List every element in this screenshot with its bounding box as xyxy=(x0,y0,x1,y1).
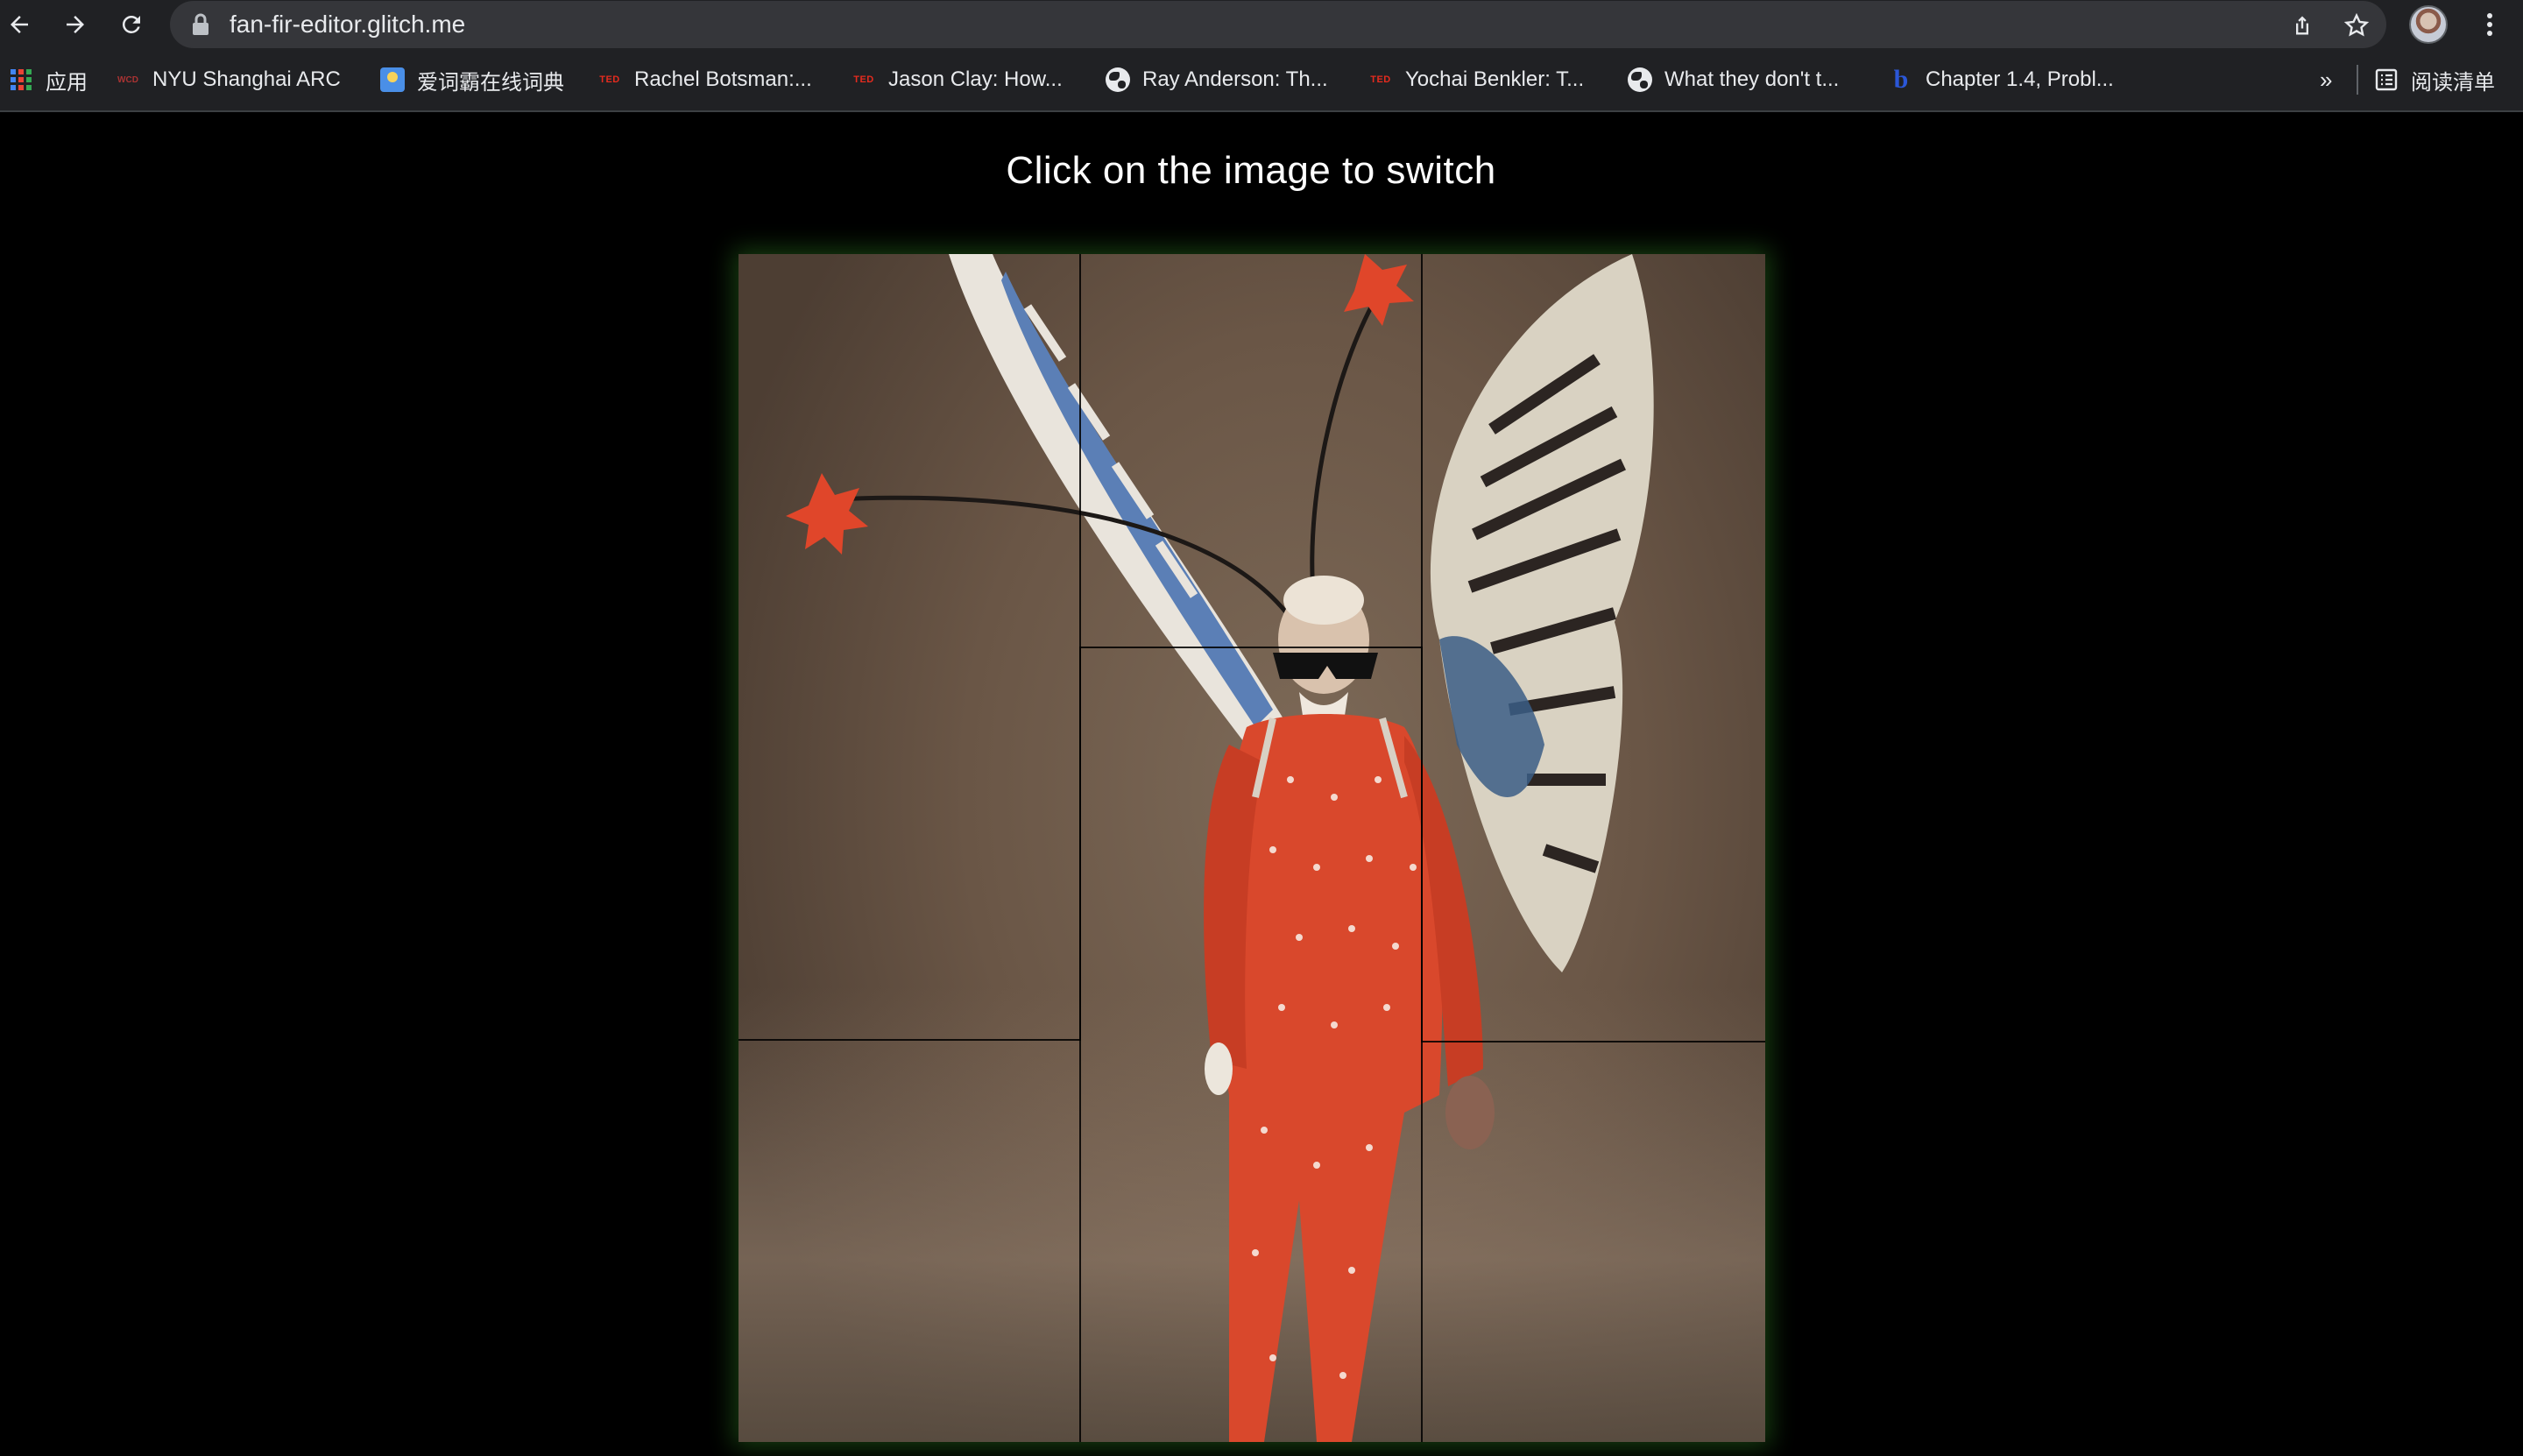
reload-icon xyxy=(122,15,140,33)
bookmark-item-anderson[interactable]: Ray Anderson: Th... xyxy=(1106,49,1328,110)
globe-icon xyxy=(1106,67,1130,92)
bookmark-label: Yochai Benkler: T... xyxy=(1405,67,1585,91)
bookmark-label: 爱词霸在线词典 xyxy=(417,70,564,95)
bookmark-label: NYU Shanghai ARC xyxy=(152,67,341,91)
bookmark-label: What they don't t... xyxy=(1664,67,1840,91)
bookmark-label: Jason Clay: How... xyxy=(888,67,1063,91)
browser-toolbar: fan-fir-editor.glitch.me xyxy=(0,0,2523,49)
bookmark-label: Ray Anderson: Th... xyxy=(1142,67,1328,91)
bookmark-label: Chapter 1.4, Probl... xyxy=(1926,67,2114,91)
image-tile[interactable] xyxy=(1421,254,1765,1043)
wcd-icon: WCD xyxy=(117,74,138,85)
switchable-image[interactable] xyxy=(739,254,1765,1442)
bookmark-item-benkler[interactable]: TED Yochai Benkler: T... xyxy=(1368,49,1584,110)
arrow-right-icon xyxy=(67,16,84,33)
bookmark-label: 应用 xyxy=(46,70,88,95)
kebab-menu-icon xyxy=(2487,13,2492,36)
bookmark-label: Rachel Botsman:... xyxy=(634,67,812,91)
bookmark-item-botsman[interactable]: TED Rachel Botsman:... xyxy=(597,49,812,110)
ted-icon: TED xyxy=(1370,74,1391,85)
reading-list-label: 阅读清单 xyxy=(2411,70,2495,95)
reload-button[interactable] xyxy=(112,5,151,44)
arrow-left-icon xyxy=(11,16,28,33)
image-tile[interactable] xyxy=(1079,647,1423,1442)
dictionary-icon xyxy=(380,67,405,92)
lock-icon xyxy=(191,13,210,40)
url-text[interactable]: fan-fir-editor.glitch.me xyxy=(230,1,465,48)
bookmark-item-clay[interactable]: TED Jason Clay: How... xyxy=(852,49,1063,110)
bookmark-item-chapter[interactable]: b Chapter 1.4, Probl... xyxy=(1889,49,2114,110)
apps-grid-icon xyxy=(9,67,33,92)
address-bar[interactable]: fan-fir-editor.glitch.me xyxy=(170,1,2386,48)
bing-icon: b xyxy=(1893,65,1909,94)
bookmarks-overflow-button[interactable]: » xyxy=(2320,49,2332,110)
bookmark-item-iciba[interactable]: 爱词霸在线词典 xyxy=(380,49,564,110)
ted-icon: TED xyxy=(853,74,874,85)
globe-icon xyxy=(1628,67,1652,92)
back-button[interactable] xyxy=(0,5,39,44)
forward-button[interactable] xyxy=(56,5,95,44)
overflow-chevron-icon: » xyxy=(2320,66,2333,93)
page-title: Click on the image to switch xyxy=(1006,149,1496,192)
image-tile[interactable] xyxy=(739,254,1081,1041)
share-icon[interactable] xyxy=(2286,10,2318,41)
bookmarks-bar: 应用 WCD NYU Shanghai ARC 爱词霸在线词典 TED Rach… xyxy=(0,49,2523,112)
reading-list-button[interactable]: 阅读清单 xyxy=(2374,49,2495,110)
reading-list-icon xyxy=(2374,67,2399,92)
bookmark-apps[interactable]: 应用 xyxy=(9,49,88,110)
bookmarks-divider xyxy=(2357,65,2358,95)
bookmark-item-nyu[interactable]: WCD NYU Shanghai ARC xyxy=(116,49,341,110)
star-icon[interactable] xyxy=(2341,10,2372,41)
menu-button[interactable] xyxy=(2470,5,2509,44)
profile-avatar[interactable] xyxy=(2409,5,2448,44)
bookmark-item-what-they[interactable]: What they don't t... xyxy=(1628,49,1839,110)
ted-icon: TED xyxy=(599,74,620,85)
